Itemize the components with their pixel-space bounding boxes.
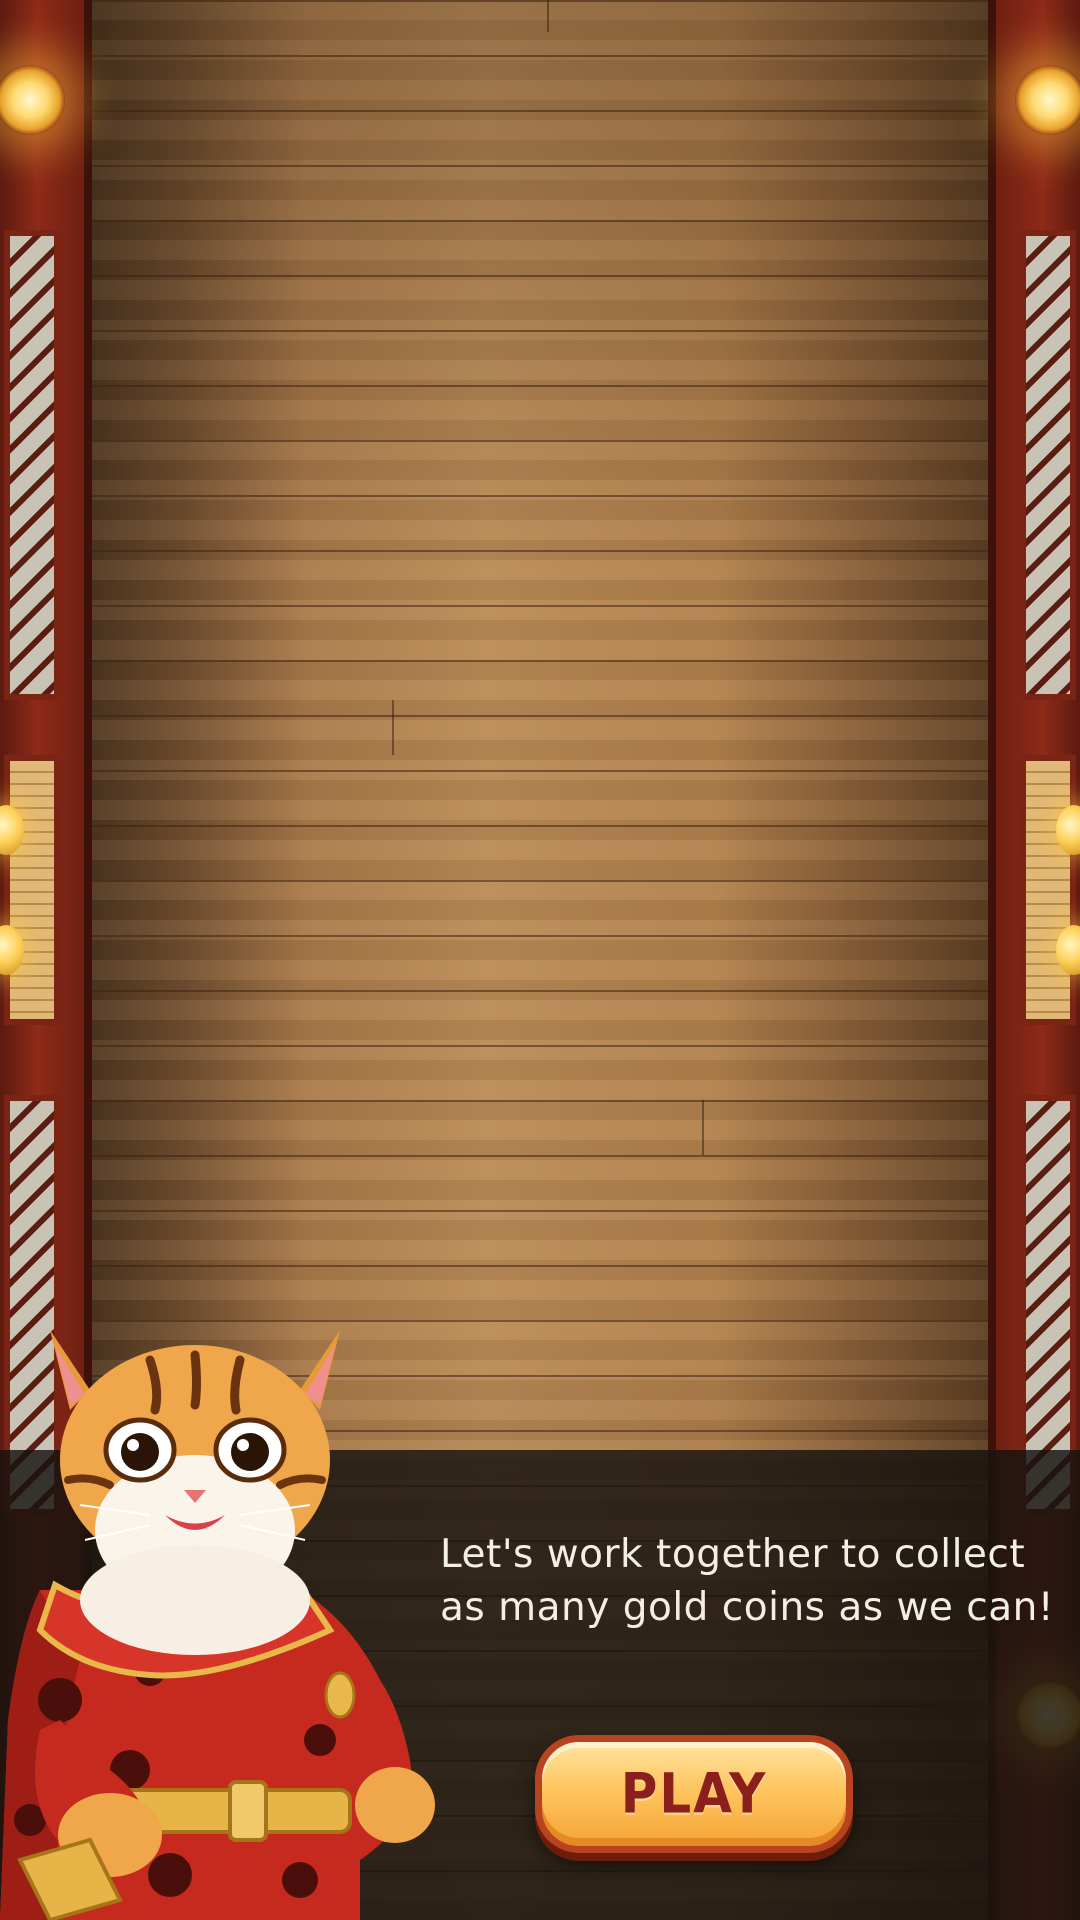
dialog-message-line: Let's work together to collect <box>440 1532 1026 1577</box>
game-screen: Let's work together to collect as many g… <box>0 0 1080 1920</box>
play-button-label: PLAY <box>620 1762 768 1826</box>
lit-panel <box>4 755 60 1025</box>
shoji-window <box>1020 230 1076 700</box>
shoji-window <box>4 230 60 700</box>
lantern-icon <box>1015 65 1080 135</box>
lit-panel <box>1020 755 1076 1025</box>
lantern-icon <box>0 65 65 135</box>
dialog-message-line: as many gold coins as we can! <box>440 1585 1054 1630</box>
play-button[interactable]: PLAY <box>535 1735 853 1853</box>
dialog-message: Let's work together to collect as many g… <box>440 1528 1054 1634</box>
cat-mascot <box>0 1330 435 1920</box>
